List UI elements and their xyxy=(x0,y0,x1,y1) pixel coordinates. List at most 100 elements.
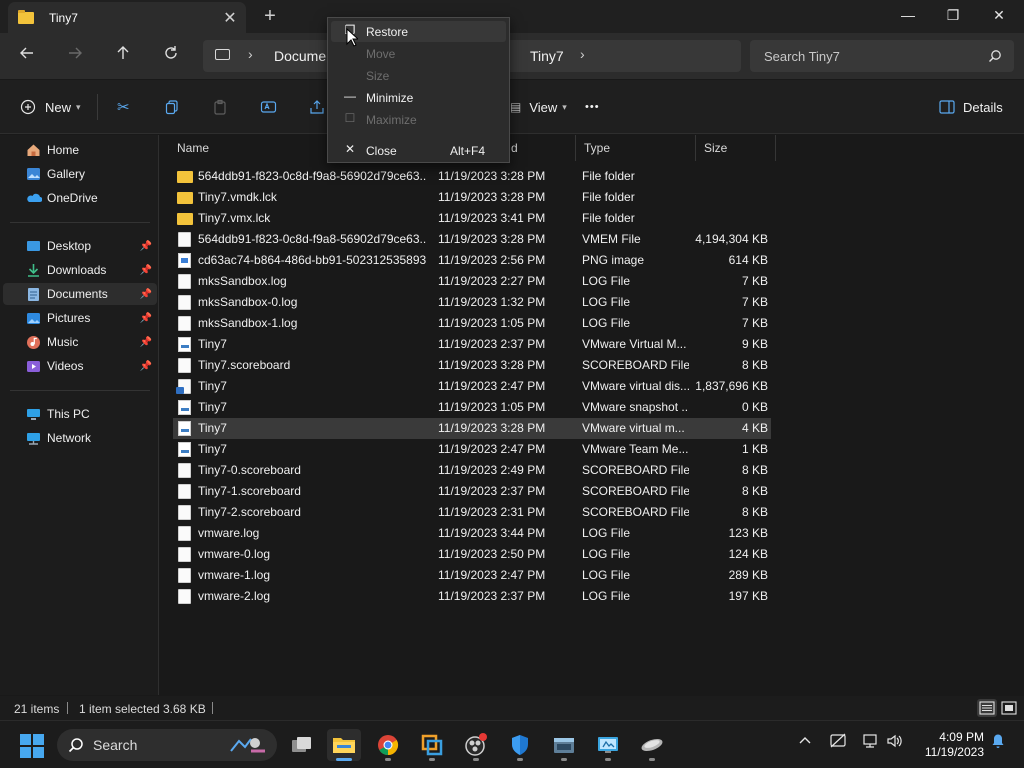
copy-button[interactable] xyxy=(164,95,180,119)
pin-icon[interactable]: 📌 xyxy=(140,337,152,348)
file-row[interactable]: 564ddb91-f823-0c8d-f9a8-56902d79ce63....… xyxy=(173,166,771,187)
file-row[interactable]: vmware-0.log 11/19/2023 2:50 PM LOG File 12… xyxy=(173,544,771,565)
sidebar-item-home[interactable]: Home xyxy=(3,139,157,161)
task-view-button[interactable] xyxy=(285,729,319,761)
cut-button[interactable]: ✂ xyxy=(117,95,130,119)
file-row[interactable]: cd63ac74-b864-486d-bb91-502312535893 11/1… xyxy=(173,250,771,271)
view-button[interactable]: ▤ View ▾ xyxy=(510,95,567,119)
refresh-icon xyxy=(165,46,177,59)
file-row[interactable]: mksSandbox-1.log 11/19/2023 1:05 PM LOG Fi… xyxy=(173,313,771,334)
back-button[interactable] xyxy=(12,41,42,71)
pin-icon[interactable]: 📌 xyxy=(140,361,152,372)
chrome-taskbar-button[interactable] xyxy=(371,729,405,761)
column-header-size[interactable]: Size xyxy=(696,135,776,161)
file-row[interactable]: Tiny7-0.scoreboard 11/19/2023 2:49 PM SCOR… xyxy=(173,460,771,481)
file-icon xyxy=(178,463,191,478)
tab-tiny7[interactable]: Tiny7 ✕ xyxy=(8,2,246,33)
taskbar-search[interactable]: Search xyxy=(57,729,277,761)
touchpad-icon[interactable] xyxy=(829,733,847,752)
forward-button[interactable] xyxy=(60,41,90,71)
file-row[interactable]: Tiny7.scoreboard 11/19/2023 3:28 PM SCOREB… xyxy=(173,355,771,376)
file-row[interactable]: Tiny7-2.scoreboard 11/19/2023 2:31 PM SCOR… xyxy=(173,502,771,523)
paste-button[interactable] xyxy=(212,95,228,119)
clock[interactable]: 4:09 PM 11/19/2023 xyxy=(914,730,984,760)
file-date: 11/19/2023 2:47 PM xyxy=(438,442,546,456)
up-button[interactable] xyxy=(108,41,138,71)
share-button[interactable] xyxy=(309,95,325,119)
file-size: 289 KB xyxy=(728,568,768,582)
pin-icon[interactable]: 📌 xyxy=(140,265,152,276)
volume-icon[interactable] xyxy=(886,733,904,752)
sidebar-item-network[interactable]: Network xyxy=(3,427,157,449)
file-size: 4 KB xyxy=(741,421,768,435)
new-button[interactable]: New ▾ xyxy=(20,95,81,119)
notifications-button[interactable] xyxy=(990,733,1006,752)
pin-icon[interactable]: 📌 xyxy=(140,313,152,324)
sidebar-item-this-pc[interactable]: This PC xyxy=(3,403,157,425)
rename-button[interactable] xyxy=(260,95,277,119)
tab-close-button[interactable]: ✕ xyxy=(218,8,242,28)
refresh-button[interactable] xyxy=(156,41,186,71)
menu-item-maximize[interactable]: ☐ Maximize xyxy=(331,109,506,130)
file-row[interactable]: Tiny7 11/19/2023 2:37 PM VMware Virtual M.… xyxy=(173,334,771,355)
show-hidden-icons-button[interactable] xyxy=(798,733,812,750)
pin-icon[interactable]: 📌 xyxy=(140,241,152,252)
sidebar-item-downloads[interactable]: Downloads 📌 xyxy=(3,259,157,281)
menu-item-minimize[interactable]: — Minimize xyxy=(331,87,506,108)
pin-icon[interactable]: 📌 xyxy=(140,289,152,300)
file-row[interactable]: mksSandbox-0.log 11/19/2023 1:32 PM LOG Fi… xyxy=(173,292,771,313)
file-row[interactable]: Tiny7.vmdk.lck 11/19/2023 3:28 PM File fol… xyxy=(173,187,771,208)
details-view-button[interactable] xyxy=(977,699,997,717)
file-row[interactable]: mksSandbox.log 11/19/2023 2:27 PM LOG File… xyxy=(173,271,771,292)
mouse-app-taskbar-button[interactable] xyxy=(635,729,669,761)
menu-item-size[interactable]: Size xyxy=(331,65,506,86)
file-row[interactable]: Tiny7-1.scoreboard 11/19/2023 2:37 PM SCOR… xyxy=(173,481,771,502)
details-button[interactable]: Details xyxy=(939,95,1003,119)
security-taskbar-button[interactable] xyxy=(503,729,537,761)
sidebar-item-videos[interactable]: Videos 📌 xyxy=(3,355,157,377)
column-header-type[interactable]: Type xyxy=(576,135,696,161)
file-row[interactable]: 564ddb91-f823-0c8d-f9a8-56902d79ce63....… xyxy=(173,229,771,250)
file-date: 11/19/2023 1:05 PM xyxy=(438,400,546,414)
file-row[interactable]: Tiny7 11/19/2023 3:28 PM VMware virtual m.… xyxy=(173,418,771,439)
vmware-taskbar-button[interactable] xyxy=(415,729,449,761)
file-row[interactable]: Tiny7 11/19/2023 1:05 PM VMware snapshot .… xyxy=(173,397,771,418)
sidebar-item-gallery[interactable]: Gallery xyxy=(3,163,157,185)
app-taskbar-button[interactable] xyxy=(547,729,581,761)
rename-icon xyxy=(260,101,277,113)
sidebar-item-onedrive[interactable]: OneDrive xyxy=(3,187,157,209)
new-tab-button[interactable]: + xyxy=(258,4,282,28)
window-app-icon xyxy=(554,738,574,753)
breadcrumb-documents[interactable]: Docume xyxy=(274,48,326,64)
file-row[interactable]: Tiny7 11/19/2023 2:47 PM VMware virtual di… xyxy=(173,376,771,397)
file-explorer-taskbar-button[interactable] xyxy=(327,729,361,761)
file-row[interactable]: vmware-1.log 11/19/2023 2:47 PM LOG File 28… xyxy=(173,565,771,586)
start-button[interactable] xyxy=(20,734,44,758)
search-input[interactable]: Search Tiny7 xyxy=(750,40,1014,72)
breadcrumb-tiny7[interactable]: Tiny7 xyxy=(530,48,564,64)
obs-taskbar-button[interactable] xyxy=(459,729,493,761)
file-row[interactable]: vmware.log 11/19/2023 3:44 PM LOG File 123 … xyxy=(173,523,771,544)
menu-item-close[interactable]: ✕ Close Alt+F4 xyxy=(331,140,506,161)
sidebar-item-label: Downloads xyxy=(47,263,107,277)
file-row[interactable]: Tiny7 11/19/2023 2:47 PM VMware Team Me...… xyxy=(173,439,771,460)
chevron-right-icon[interactable]: › xyxy=(248,46,253,62)
sidebar-item-documents[interactable]: Documents 📌 xyxy=(3,283,157,305)
chevron-right-icon[interactable]: › xyxy=(580,46,585,62)
large-icons-view-button[interactable] xyxy=(999,699,1019,717)
file-size: 7 KB xyxy=(741,316,768,330)
running-indicator xyxy=(385,758,391,761)
maximize-button[interactable]: ❐ xyxy=(930,0,976,32)
sidebar-item-music[interactable]: Music 📌 xyxy=(3,331,157,353)
minimize-button[interactable]: — xyxy=(885,0,931,32)
file-row[interactable]: Tiny7.vmx.lck 11/19/2023 3:41 PM File fold… xyxy=(173,208,771,229)
file-row[interactable]: vmware-2.log 11/19/2023 2:37 PM LOG File 19… xyxy=(173,586,771,607)
remote-desktop-taskbar-button[interactable] xyxy=(591,729,625,761)
sidebar-item-desktop[interactable]: Desktop 📌 xyxy=(3,235,157,257)
sidebar-item-pictures[interactable]: Pictures 📌 xyxy=(3,307,157,329)
more-options-button[interactable]: ••• xyxy=(585,95,600,119)
close-button[interactable]: ✕ xyxy=(976,0,1022,32)
file-size: 8 KB xyxy=(741,505,768,519)
title-bar: Tiny7 ✕ + — ❐ ✕ xyxy=(0,0,1024,33)
network-status-icon[interactable] xyxy=(861,733,879,752)
